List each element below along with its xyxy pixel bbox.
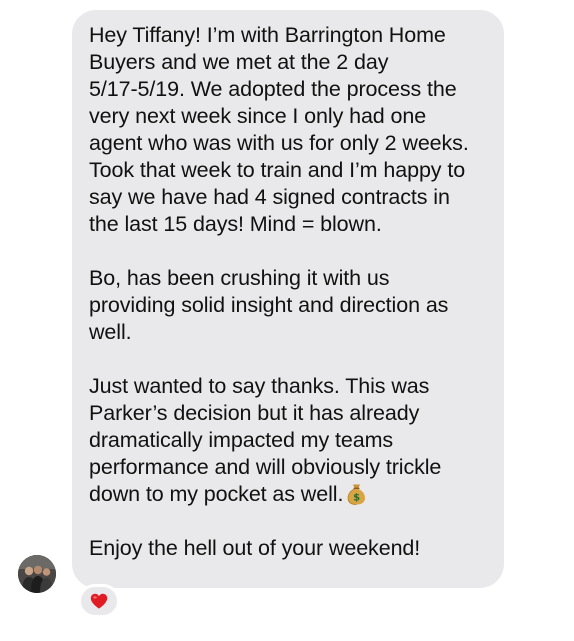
message-bubble[interactable]: Hey Tiffany! I’m with Barrington Home Bu…	[72, 10, 504, 588]
heart-icon	[90, 593, 108, 609]
reaction-badge[interactable]	[78, 584, 120, 618]
message-paragraph-4: Enjoy the hell out of your weekend!	[89, 536, 421, 560]
message-paragraph-2: Bo, has been crushing it with us providi…	[89, 266, 449, 344]
message-paragraph-3: Just wanted to say thanks. This was Park…	[89, 373, 490, 508]
svg-text:$: $	[353, 493, 360, 504]
group-photo-avatar	[18, 555, 56, 593]
message-paragraph-1: Hey Tiffany! I’m with Barrington Home Bu…	[89, 23, 469, 236]
message-paragraph-3-text: Just wanted to say thanks. This was Park…	[89, 374, 442, 506]
chat-thread: Hey Tiffany! I’m with Barrington Home Bu…	[0, 0, 574, 641]
money-bag-icon: $	[347, 483, 366, 505]
sender-avatar[interactable]	[18, 555, 56, 593]
